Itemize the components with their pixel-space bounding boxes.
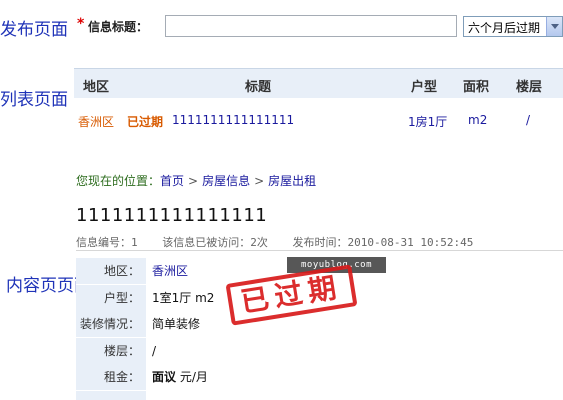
info-value: 面议 元/月 (146, 364, 208, 390)
title-input[interactable] (165, 15, 457, 37)
rent-unit: 元/月 (179, 370, 208, 384)
info-value-district-link[interactable]: 香洲区 (146, 258, 188, 284)
list-row-area: m2 (468, 113, 488, 127)
expired-badge: 已过期 (127, 115, 164, 129)
info-row-empty (76, 390, 563, 400)
breadcrumb-separator: > (188, 174, 199, 188)
chevron-down-icon[interactable] (546, 17, 562, 36)
list-table-header: 地区 标题 户型 面积 楼层 (74, 68, 563, 98)
column-header-title: 标题 (245, 80, 272, 95)
detail-title: 1111111111111111 (76, 205, 268, 226)
breadcrumb: 您现在的位置：首页 > 房屋信息 > 房屋出租 (76, 172, 316, 189)
breadcrumb-prefix: 您现在的位置： (76, 174, 161, 188)
breadcrumb-rental-link[interactable]: 房屋出租 (268, 174, 316, 188)
detail-meta: 信息编号：1 该信息已被访问：2次 发布时间：2010-08-31 10:52:… (76, 234, 491, 250)
breadcrumb-separator: > (254, 174, 265, 188)
info-value: 简单装修 (152, 317, 201, 331)
info-key: 楼层： (76, 337, 146, 364)
column-header-area: 面积 (463, 80, 490, 95)
expire-select-value: 六个月后过期 (468, 21, 541, 35)
list-row-floor: / (526, 113, 531, 127)
info-value: 1室1厅 m2 (152, 290, 215, 305)
info-value: / (152, 343, 157, 358)
column-header-floor: 楼层 (516, 80, 543, 95)
publish-page-label: 发布页面 (0, 20, 68, 40)
info-number: 信息编号：1 (76, 236, 138, 249)
expire-select[interactable]: 六个月后过期 (463, 16, 563, 37)
breadcrumb-house-info-link[interactable]: 房屋信息 (202, 174, 250, 188)
column-header-district: 地区 (83, 80, 110, 95)
list-row-district[interactable]: 香洲区 (78, 113, 114, 130)
info-key: 户型： (76, 284, 146, 311)
breadcrumb-home-link[interactable]: 首页 (160, 174, 184, 188)
visit-count: 该信息已被访问：2次 (162, 236, 268, 249)
publish-time: 发布时间：2010-08-31 10:52:45 (292, 236, 474, 249)
info-row-decoration: 装修情况： 简单装修 (76, 311, 563, 338)
title-field-label: 信息标题： (88, 20, 149, 34)
list-page-label: 列表页面 (0, 90, 68, 110)
info-key: 装修情况： (76, 311, 146, 337)
list-row-title-link[interactable]: 1111111111111111 (172, 113, 294, 127)
info-key: 地区： (76, 258, 146, 284)
required-mark: * (77, 16, 85, 32)
divider (76, 250, 563, 251)
info-row-floor: 楼层： / (76, 337, 563, 364)
info-row-rent: 租金： 面议 元/月 (76, 364, 563, 391)
info-key: 租金： (76, 364, 146, 390)
column-header-layout: 户型 (411, 80, 438, 95)
info-key (76, 390, 146, 400)
rent-negotiable: 面议 (152, 370, 177, 384)
list-row-layout: 1房1厅 (408, 115, 448, 129)
